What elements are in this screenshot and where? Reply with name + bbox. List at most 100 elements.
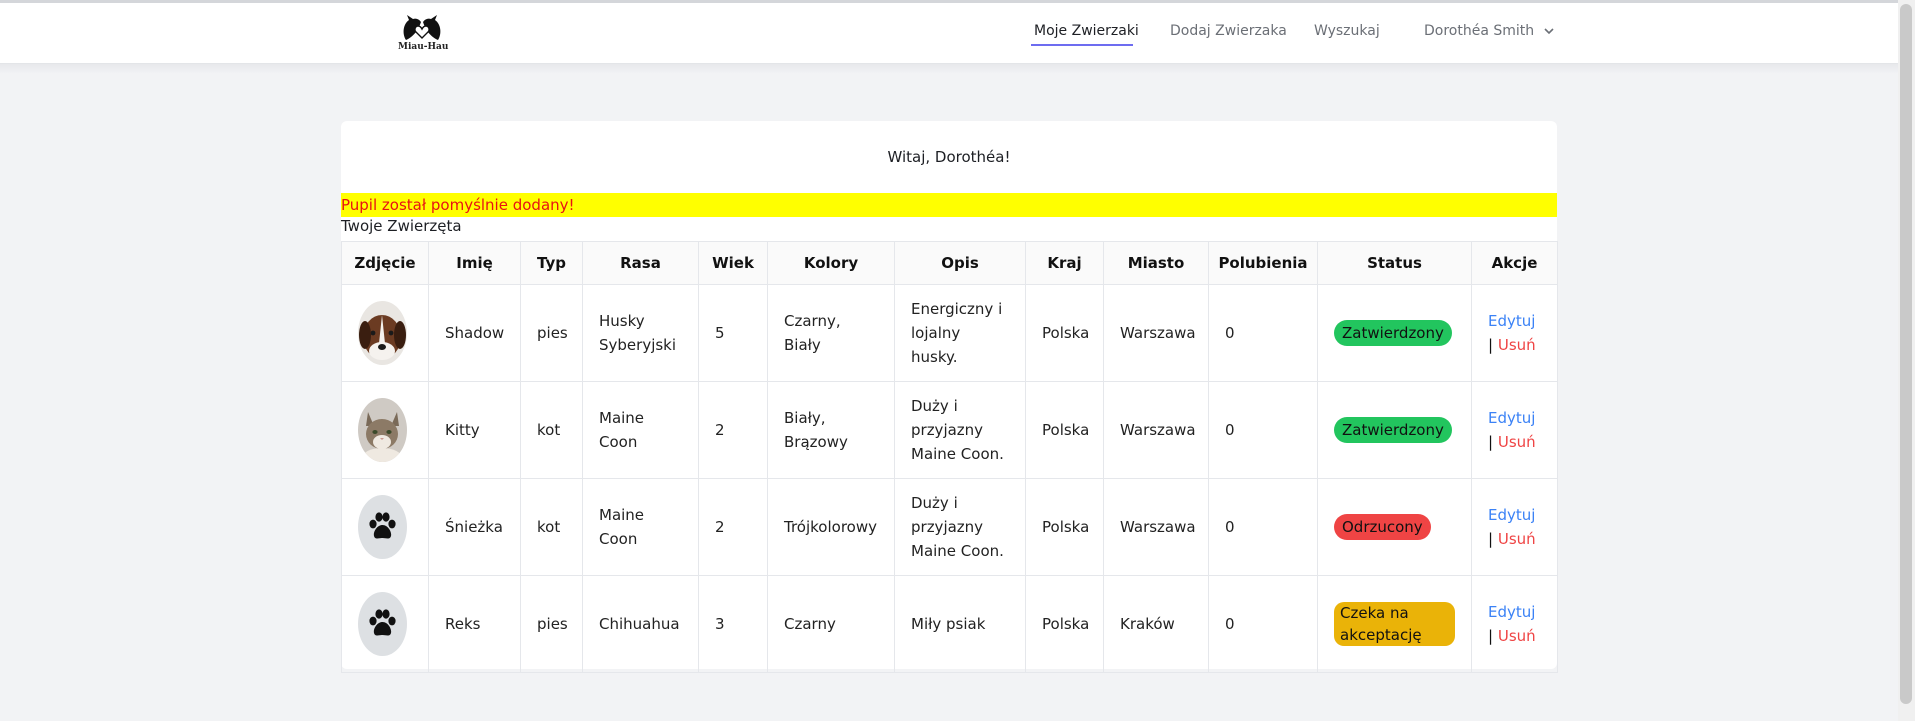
pet-type: kot — [520, 478, 583, 576]
column-header-status: Status — [1317, 241, 1472, 285]
pets-card: Witaj, Dorothéa! Pupil został pomyślnie … — [341, 121, 1558, 673]
pet-likes: 0 — [1208, 381, 1318, 479]
column-header-city: Miasto — [1103, 241, 1209, 285]
pet-colors: Biały, Brązowy — [767, 381, 895, 479]
cat-photo — [358, 398, 407, 462]
table-row: Reks pies Chihuahua 3 Czarny Miły psiak … — [341, 575, 1558, 673]
table-row: Kitty kot Maine Coon 2 Biały, Brązowy Du… — [341, 381, 1558, 479]
action-separator: | — [1488, 336, 1494, 354]
edit-link[interactable]: Edytuj — [1488, 312, 1535, 330]
pet-age: 2 — [698, 478, 768, 576]
column-header-name: Imię — [428, 241, 521, 285]
user-name: Dorothéa Smith — [1424, 23, 1535, 39]
active-nav-underline — [1031, 44, 1133, 46]
action-separator: | — [1488, 530, 1494, 548]
delete-link[interactable]: Usuń — [1498, 627, 1536, 645]
delete-link[interactable]: Usuń — [1498, 433, 1536, 451]
pet-likes: 0 — [1208, 575, 1318, 673]
cat-dog-heart-logo-icon — [403, 15, 441, 40]
pet-country: Polska — [1025, 284, 1104, 382]
pet-breed: Maine Coon — [582, 478, 699, 576]
pet-breed: Maine Coon — [582, 381, 699, 479]
pet-description: Duży i przyjazny Maine Coon. — [894, 381, 1026, 479]
vertical-scrollbar-thumb[interactable] — [1900, 4, 1912, 704]
status-cell: Zatwierdzony — [1317, 381, 1472, 479]
column-header-colors: Kolory — [767, 241, 895, 285]
pet-country: Polska — [1025, 381, 1104, 479]
brand-logo[interactable]: Miau-Hau — [398, 14, 449, 56]
pet-city: Kraków — [1103, 575, 1209, 673]
nav-link-add-pet[interactable]: Dodaj Zwierzaka — [1170, 23, 1287, 39]
pet-description: Energiczny i lojalny husky. — [894, 284, 1026, 382]
pet-age: 5 — [698, 284, 768, 382]
pet-name: Kitty — [428, 381, 521, 479]
status-badge: Czeka na akceptację — [1334, 601, 1455, 646]
actions-cell: Edytuj | Usuń — [1471, 381, 1558, 479]
pet-country: Polska — [1025, 575, 1104, 673]
pet-name: Shadow — [428, 284, 521, 382]
chevron-down-icon — [1544, 27, 1554, 34]
photo-placeholder — [358, 592, 407, 656]
pet-age: 3 — [698, 575, 768, 673]
pet-colors: Czarny — [767, 575, 895, 673]
status-cell: Odrzucony — [1317, 478, 1472, 576]
actions-cell: Edytuj | Usuń — [1471, 575, 1558, 673]
status-cell: Czeka na akceptację — [1317, 575, 1472, 673]
photo-placeholder — [358, 495, 407, 559]
column-header-photo: Zdjęcie — [341, 241, 429, 285]
pet-city: Warszawa — [1103, 284, 1209, 382]
column-header-likes: Polubienia — [1208, 241, 1318, 285]
status-badge: Odrzucony — [1334, 514, 1431, 540]
pet-likes: 0 — [1208, 478, 1318, 576]
column-header-description: Opis — [894, 241, 1026, 285]
photo-cell — [341, 381, 429, 479]
table-row: Shadow pies Husky Syberyjski 5 Czarny, B… — [341, 284, 1558, 382]
edit-link[interactable]: Edytuj — [1488, 409, 1535, 427]
pets-table: Zdjęcie Imię Typ Rasa Wiek Kolory Opis K… — [341, 241, 1558, 673]
pet-name: Reks — [428, 575, 521, 673]
status-cell: Zatwierdzony — [1317, 284, 1472, 382]
action-separator: | — [1488, 627, 1494, 645]
pet-country: Polska — [1025, 478, 1104, 576]
delete-link[interactable]: Usuń — [1498, 530, 1536, 548]
pet-city: Warszawa — [1103, 478, 1209, 576]
column-header-age: Wiek — [698, 241, 768, 285]
column-header-breed: Rasa — [582, 241, 699, 285]
pet-type: pies — [520, 575, 583, 673]
actions-cell: Edytuj | Usuń — [1471, 478, 1558, 576]
pet-description: Miły psiak — [894, 575, 1026, 673]
pet-description: Duży i przyjazny Maine Coon. — [894, 478, 1026, 576]
photo-cell — [341, 478, 429, 576]
success-alert: Pupil został pomyślnie dodany! — [341, 193, 1557, 217]
navbar: Miau-Hau Moje Zwierzaki Dodaj Zwierzaka … — [0, 3, 1898, 64]
table-header-row: Zdjęcie Imię Typ Rasa Wiek Kolory Opis K… — [341, 241, 1558, 285]
edit-link[interactable]: Edytuj — [1488, 506, 1535, 524]
table-row: Śnieżka kot Maine Coon 2 Trójkolorowy Du… — [341, 478, 1558, 576]
action-separator: | — [1488, 433, 1494, 451]
column-header-country: Kraj — [1025, 241, 1104, 285]
column-header-type: Typ — [520, 241, 583, 285]
photo-cell — [341, 284, 429, 382]
paw-icon — [369, 609, 396, 636]
section-title: Twoje Zwierzęta — [341, 217, 462, 235]
nav-link-search[interactable]: Wyszukaj — [1314, 23, 1380, 39]
paw-icon — [369, 512, 396, 539]
status-badge: Zatwierdzony — [1334, 417, 1452, 443]
edit-link[interactable]: Edytuj — [1488, 603, 1535, 621]
nav-link-my-pets[interactable]: Moje Zwierzaki — [1034, 23, 1139, 39]
pet-breed: Husky Syberyjski — [582, 284, 699, 382]
pet-type: pies — [520, 284, 583, 382]
pet-likes: 0 — [1208, 284, 1318, 382]
photo-cell — [341, 575, 429, 673]
column-header-actions: Akcje — [1471, 241, 1558, 285]
logo-text: Miau-Hau — [398, 42, 449, 52]
delete-link[interactable]: Usuń — [1498, 336, 1536, 354]
welcome-message: Witaj, Dorothéa! — [887, 148, 1011, 166]
pet-breed: Chihuahua — [582, 575, 699, 673]
dog-photo — [358, 301, 407, 365]
navbar-shadow — [0, 64, 1898, 74]
pet-age: 2 — [698, 381, 768, 479]
pet-type: kot — [520, 381, 583, 479]
user-menu[interactable]: Dorothéa Smith — [1424, 23, 1554, 39]
pet-colors: Trójkolorowy — [767, 478, 895, 576]
